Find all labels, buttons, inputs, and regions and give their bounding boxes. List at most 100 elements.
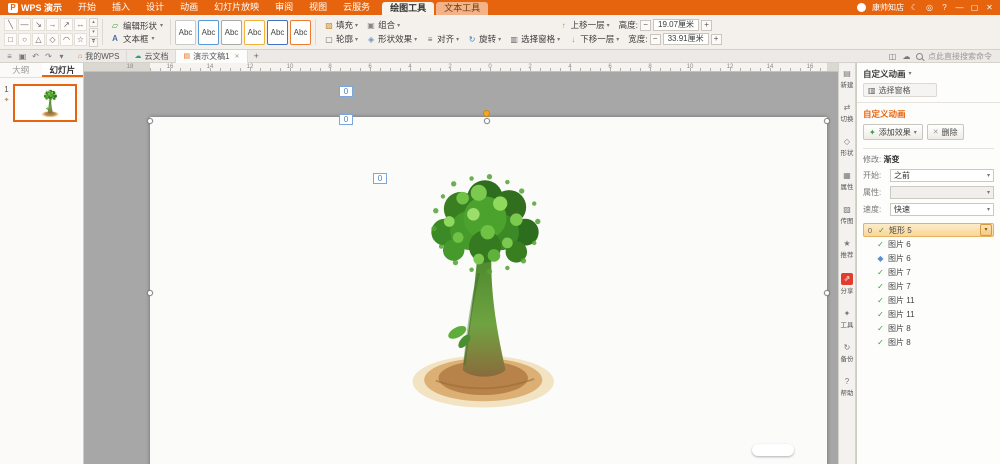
outline-button[interactable]: 轮廓 <box>320 32 362 46</box>
sidebar-tool[interactable]: ◇ 形状 <box>839 137 855 158</box>
theme-icon[interactable]: ☾ <box>910 3 919 12</box>
animation-list-item[interactable]: ✓ 图片 11 <box>863 293 994 307</box>
shape-style-preset[interactable]: Abc <box>244 19 266 45</box>
animation-list-item[interactable]: ✓ 图片 11 <box>863 307 994 321</box>
animation-list-item[interactable]: ✓ 图片 8 <box>863 321 994 335</box>
sidebar-tool[interactable]: ★ 推荐 <box>839 239 855 260</box>
width-value[interactable]: 33.91厘米 <box>662 33 709 45</box>
sync-status-icon[interactable]: ☁ <box>902 52 911 61</box>
tab-presentation-1[interactable]: ▤ 演示文稿1 <box>176 49 248 63</box>
shape-tool-icon[interactable]: ◇ <box>46 33 59 46</box>
gallery-scroll-up-icon[interactable] <box>89 17 98 27</box>
shape-tool-icon[interactable]: □ <box>4 33 17 46</box>
shape-style-preset[interactable]: Abc <box>198 19 220 45</box>
selection-pane-button[interactable]: ▥ 选择窗格 <box>863 83 937 97</box>
redo-icon[interactable]: ↷ <box>44 52 53 61</box>
menu-tab[interactable]: 审阅 <box>267 0 301 15</box>
tab-slides[interactable]: 幻灯片 <box>41 63 83 77</box>
menu-tab[interactable]: 插入 <box>104 0 138 15</box>
rotate-button[interactable]: 旋转 <box>463 32 505 46</box>
send-backward-button[interactable]: 下移一层 <box>564 32 623 46</box>
minimize-button[interactable]: — <box>955 3 964 12</box>
shape-tool-icon[interactable]: ☆ <box>74 33 87 46</box>
tab-outline[interactable]: 大纲 <box>0 63 42 77</box>
animation-order-badge[interactable]: 0 <box>339 86 353 97</box>
gallery-more-icon[interactable] <box>89 37 98 47</box>
resize-handle-top-left[interactable] <box>147 118 153 124</box>
horizontal-ruler[interactable]: 18 16 14 12 10 8 6 4 2 0 2 4 6 8 10 12 14 16 <box>84 63 838 72</box>
shape-tool-icon[interactable]: ↔ <box>74 18 87 31</box>
height-value[interactable]: 19.07厘米 <box>653 19 700 31</box>
menu-tab[interactable]: 云服务 <box>335 0 378 15</box>
width-increase-button[interactable]: + <box>710 33 722 45</box>
animation-order-badge[interactable]: 0 <box>373 173 387 184</box>
shape-style-preset[interactable]: Abc <box>267 19 289 45</box>
shape-style-preset[interactable]: Abc <box>290 19 312 45</box>
sidebar-tool[interactable]: ▦ 属性 <box>839 171 855 192</box>
resize-handle-middle-right[interactable] <box>824 290 830 296</box>
animation-order-badge[interactable]: 0 <box>339 114 353 125</box>
sidebar-tool[interactable]: ▤ 新建 <box>839 69 855 90</box>
chevron-down-icon[interactable] <box>909 70 912 77</box>
tab-cloud-docs[interactable]: ☁ 云文档 <box>127 49 177 63</box>
menu-tab[interactable]: 设计 <box>138 0 172 15</box>
menu-tab[interactable]: 开始 <box>70 0 104 15</box>
settings-icon[interactable]: ◎ <box>925 3 934 12</box>
shape-tool-icon[interactable]: ○ <box>18 33 31 46</box>
switch-view-icon[interactable]: ◫ <box>888 52 897 61</box>
gallery-scroll-down-icon[interactable] <box>89 27 98 37</box>
add-effect-button[interactable]: ✦ 添加效果 <box>863 124 923 140</box>
animation-list-item[interactable]: ◆ 图片 6 <box>863 251 994 265</box>
close-tab-icon[interactable] <box>235 53 240 60</box>
height-decrease-button[interactable]: − <box>640 19 652 31</box>
shape-tool-icon[interactable]: △ <box>32 33 45 46</box>
resize-handle-top-center[interactable] <box>484 118 490 124</box>
search-icon[interactable] <box>916 52 923 60</box>
animation-list-item[interactable]: ✓ 图片 7 <box>863 279 994 293</box>
textbox-button[interactable]: 文本框 <box>107 32 166 45</box>
sidebar-tool[interactable]: ⇄ 切换 <box>839 103 855 124</box>
shape-style-preset[interactable]: Abc <box>221 19 243 45</box>
sidebar-tool[interactable]: ? 帮助 <box>839 377 855 398</box>
menu-icon[interactable]: ≡ <box>5 52 14 61</box>
shape-tool-icon[interactable]: ↘ <box>32 18 45 31</box>
animation-list-item[interactable]: ✓ 图片 7 <box>863 265 994 279</box>
new-tab-button[interactable]: + <box>248 51 265 61</box>
animation-item-dropdown[interactable] <box>980 224 992 236</box>
fill-button[interactable]: 填充 <box>320 18 362 32</box>
tool-tab[interactable]: 绘图工具 <box>382 2 435 15</box>
wps-logo[interactable]: P WPS 演示 <box>0 1 70 14</box>
command-search[interactable]: 点此直接搜索命令 <box>928 51 992 62</box>
shape-effects-button[interactable]: 形状效果 <box>362 32 421 46</box>
slide-thumbnail[interactable] <box>13 84 77 122</box>
sidebar-tool[interactable]: ▨ 传图 <box>839 205 855 226</box>
undo-icon[interactable]: ↶ <box>31 52 40 61</box>
selection-pane-ribbon-button[interactable]: 选择窗格 <box>505 32 564 46</box>
group-button[interactable]: 组合 <box>362 18 404 32</box>
restore-button[interactable]: ▢ <box>970 3 979 12</box>
tab-my-wps[interactable]: ⌂ 我的WPS <box>71 49 128 63</box>
resize-handle-top-right[interactable] <box>824 118 830 124</box>
shape-style-preset[interactable]: Abc <box>175 19 197 45</box>
animation-list-item[interactable]: 0 ✓ 矩形 5 <box>863 223 994 237</box>
shape-tool-icon[interactable]: ╲ <box>4 18 17 31</box>
animation-list-item[interactable]: ✓ 图片 8 <box>863 335 994 349</box>
menu-tab[interactable]: 动画 <box>172 0 206 15</box>
tool-tab[interactable]: 文本工具 <box>436 2 489 15</box>
width-decrease-button[interactable]: − <box>649 33 661 45</box>
animation-list-item[interactable]: ✓ 图片 6 <box>863 237 994 251</box>
align-button[interactable]: 对齐 <box>421 32 463 46</box>
save-icon[interactable]: ▣ <box>18 52 27 61</box>
menu-tab[interactable]: 视图 <box>301 0 335 15</box>
rotation-handle[interactable] <box>483 110 490 117</box>
close-button[interactable]: ✕ <box>985 3 994 12</box>
height-increase-button[interactable]: + <box>701 19 713 31</box>
edit-shape-button[interactable]: 编辑形状 <box>107 19 166 32</box>
help-icon[interactable]: ? <box>940 3 949 12</box>
more-actions-icon[interactable]: ▾ <box>57 52 66 61</box>
shape-tool-icon[interactable]: ↗ <box>60 18 73 31</box>
menu-tab[interactable]: 幻灯片放映 <box>206 0 267 15</box>
shape-tool-icon[interactable]: → <box>46 18 59 31</box>
bring-forward-button[interactable]: 上移一层 <box>555 18 614 32</box>
start-select[interactable]: 之前 <box>890 169 994 182</box>
